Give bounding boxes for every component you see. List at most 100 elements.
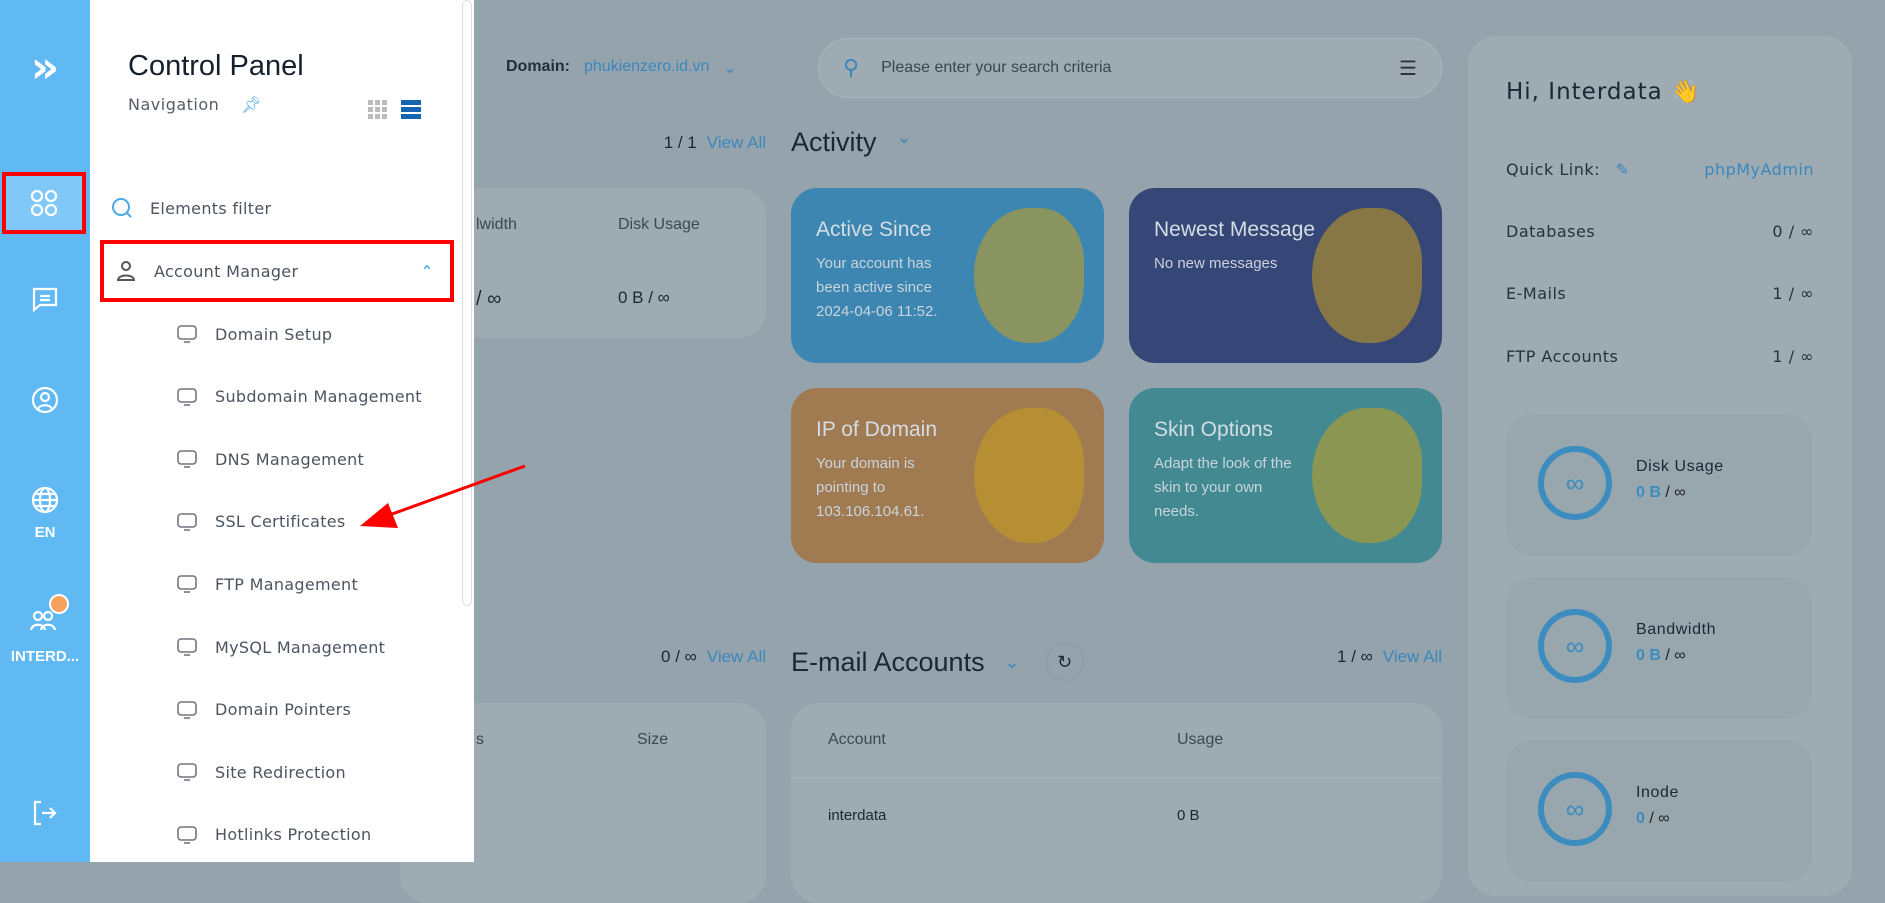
infinity-ring-icon: ∞ [1538, 772, 1612, 846]
monitor-icon [173, 383, 201, 411]
icon-rail: » EN INTERD... [0, 0, 90, 862]
card-text: Adapt the look of the skin to your own n… [1154, 455, 1292, 520]
column-header: Usage [1177, 731, 1224, 748]
user-icon [112, 257, 140, 285]
nav-item-label: FTP Management [215, 574, 359, 594]
nav-item-subdomain-management[interactable]: Subdomain Management [90, 366, 474, 428]
email-table: Account Usage interdata 0 B [791, 703, 1442, 903]
stat-label: FTP Accounts [1506, 347, 1619, 366]
email-heading[interactable]: E-mail Accounts ⌄ ↻ [791, 643, 1084, 681]
domain-label: Domain: [506, 58, 570, 75]
language-button[interactable]: EN [0, 486, 90, 541]
activity-card-skin-options[interactable]: Skin Options Adapt the look of the skin t… [1129, 388, 1442, 563]
stat-value: 1 / ∞ [1772, 284, 1814, 303]
edit-pencil-icon[interactable]: ✎ [1616, 160, 1630, 179]
bandwidth-value: / ∞ [476, 288, 502, 310]
section-title: E-mail Accounts [791, 646, 985, 677]
section-title: Activity [791, 127, 877, 157]
stat-label: E-Mails [1506, 284, 1567, 303]
lock-icon [173, 821, 201, 849]
card-text: Your account has been active since 2024-… [816, 255, 938, 320]
annotation-arrow [360, 464, 526, 528]
usage-name: Bandwidth [1636, 621, 1717, 638]
usage-limit: / ∞ [1665, 647, 1686, 664]
monitor-icon [173, 696, 201, 724]
filter-label: Elements filter [150, 198, 272, 218]
chat-icon [32, 287, 58, 312]
logout-icon [33, 800, 57, 826]
column-header: s [476, 731, 484, 748]
view-all-link[interactable]: View All [1383, 647, 1442, 667]
drawer-title: Control Panel [128, 50, 304, 82]
profile-button[interactable] [0, 386, 90, 414]
filter-settings-icon[interactable]: ☰ [1399, 56, 1417, 80]
column-header: Disk Usage [618, 216, 700, 233]
chevron-up-icon: ⌃ [420, 261, 434, 281]
user-label: INTERD... [10, 648, 80, 665]
infinity-ring-icon: ∞ [1538, 609, 1612, 683]
account-summary-panel: Hi, Interdata 👋 Quick Link: ✎ phpMyAdmin… [1468, 36, 1852, 896]
quick-link-phpmyadmin[interactable]: phpMyAdmin [1704, 160, 1814, 179]
view-all-link[interactable]: View All [707, 647, 766, 667]
count: 1 / 1 [663, 133, 697, 152]
language-label: EN [34, 524, 56, 541]
search-input[interactable]: Please enter your search criteria [881, 59, 1399, 77]
user-menu-button[interactable]: INTERD... [0, 594, 90, 665]
nav-item-hotlinks-protection[interactable]: Hotlinks Protection [90, 804, 474, 866]
grid-view-icon[interactable] [368, 99, 388, 119]
illustration [974, 208, 1084, 343]
logout-button[interactable] [0, 800, 90, 826]
apps-button[interactable] [2, 172, 86, 234]
usage-name: Disk Usage [1636, 458, 1724, 475]
quick-link-label: Quick Link: [1506, 160, 1600, 179]
nav-item-site-redirection[interactable]: Site Redirection [90, 741, 474, 803]
nav-item-label: Domain Setup [215, 324, 333, 344]
usage-card-bandwidth: ∞ Bandwidth 0 B / ∞ [1506, 577, 1812, 719]
messages-button[interactable] [0, 286, 90, 312]
signpost-icon [173, 758, 201, 786]
disk-usage-value: 0 B / ∞ [618, 288, 670, 307]
elements-filter[interactable]: Elements filter [90, 177, 474, 239]
activity-card-newest-message[interactable]: Newest Message No new messages [1129, 188, 1442, 363]
usage-card-inode: ∞ Inode 0 / ∞ [1506, 740, 1812, 882]
activity-heading[interactable]: Activity ⌄ [791, 127, 912, 158]
view-all-link[interactable]: View All [707, 133, 766, 153]
count: 1 / ∞ [1337, 647, 1373, 666]
domain-selector[interactable]: Domain: phukienzero.id.vn ⌄ [506, 58, 737, 78]
usage-limit: / ∞ [1649, 810, 1670, 827]
sql-monitor-icon [173, 633, 201, 661]
activity-card-active-since[interactable]: Active Since Your account has been active… [791, 188, 1104, 363]
nav-item-domain-setup[interactable]: Domain Setup [90, 303, 474, 365]
nav-item-label: Hotlinks Protection [215, 825, 372, 845]
list-view-icon[interactable] [401, 99, 421, 119]
refresh-button[interactable]: ↻ [1045, 643, 1084, 681]
apps-grid-icon [30, 189, 58, 217]
ssl-badge-icon [173, 508, 201, 536]
nav-item-label: MySQL Management [215, 637, 386, 657]
notification-badge [49, 594, 69, 614]
illustration [1312, 208, 1422, 343]
navigation-drawer: Control Panel Navigation 📌︎ Elements filt… [90, 0, 474, 862]
search-icon [108, 194, 136, 222]
ftp-folder-icon [173, 570, 201, 598]
search-bar[interactable]: ⚲ Please enter your search criteria ☰ [818, 38, 1442, 98]
usage-limit: / ∞ [1665, 484, 1686, 501]
usage-card-disk-usage: ∞ Disk Usage 0 B / ∞ [1506, 414, 1812, 556]
nav-item-label: SSL Certificates [215, 512, 346, 532]
usage-used: 0 [1636, 810, 1645, 827]
nav-item-ftp-management[interactable]: FTP Management [90, 553, 474, 615]
column-header: Account [828, 731, 886, 748]
usage-used: 0 B [1636, 484, 1661, 501]
usage-used: 0 B [1636, 647, 1661, 664]
email-account[interactable]: interdata [828, 807, 886, 824]
logo[interactable]: » [0, 42, 90, 93]
nav-item-mysql-management[interactable]: MySQL Management [90, 616, 474, 678]
stat-label: Databases [1506, 222, 1596, 241]
pin-icon[interactable]: 📌︎ [241, 95, 262, 114]
nav-item-label: Subdomain Management [215, 387, 422, 407]
column-header: Size [637, 731, 669, 748]
column-header: lwidth [476, 216, 517, 233]
nav-item-domain-pointers[interactable]: Domain Pointers [90, 679, 474, 741]
activity-card-ip-of-domain[interactable]: IP of Domain Your domain is pointing to 1… [791, 388, 1104, 563]
account-manager-section[interactable]: Account Manager ⌃ [100, 240, 454, 302]
